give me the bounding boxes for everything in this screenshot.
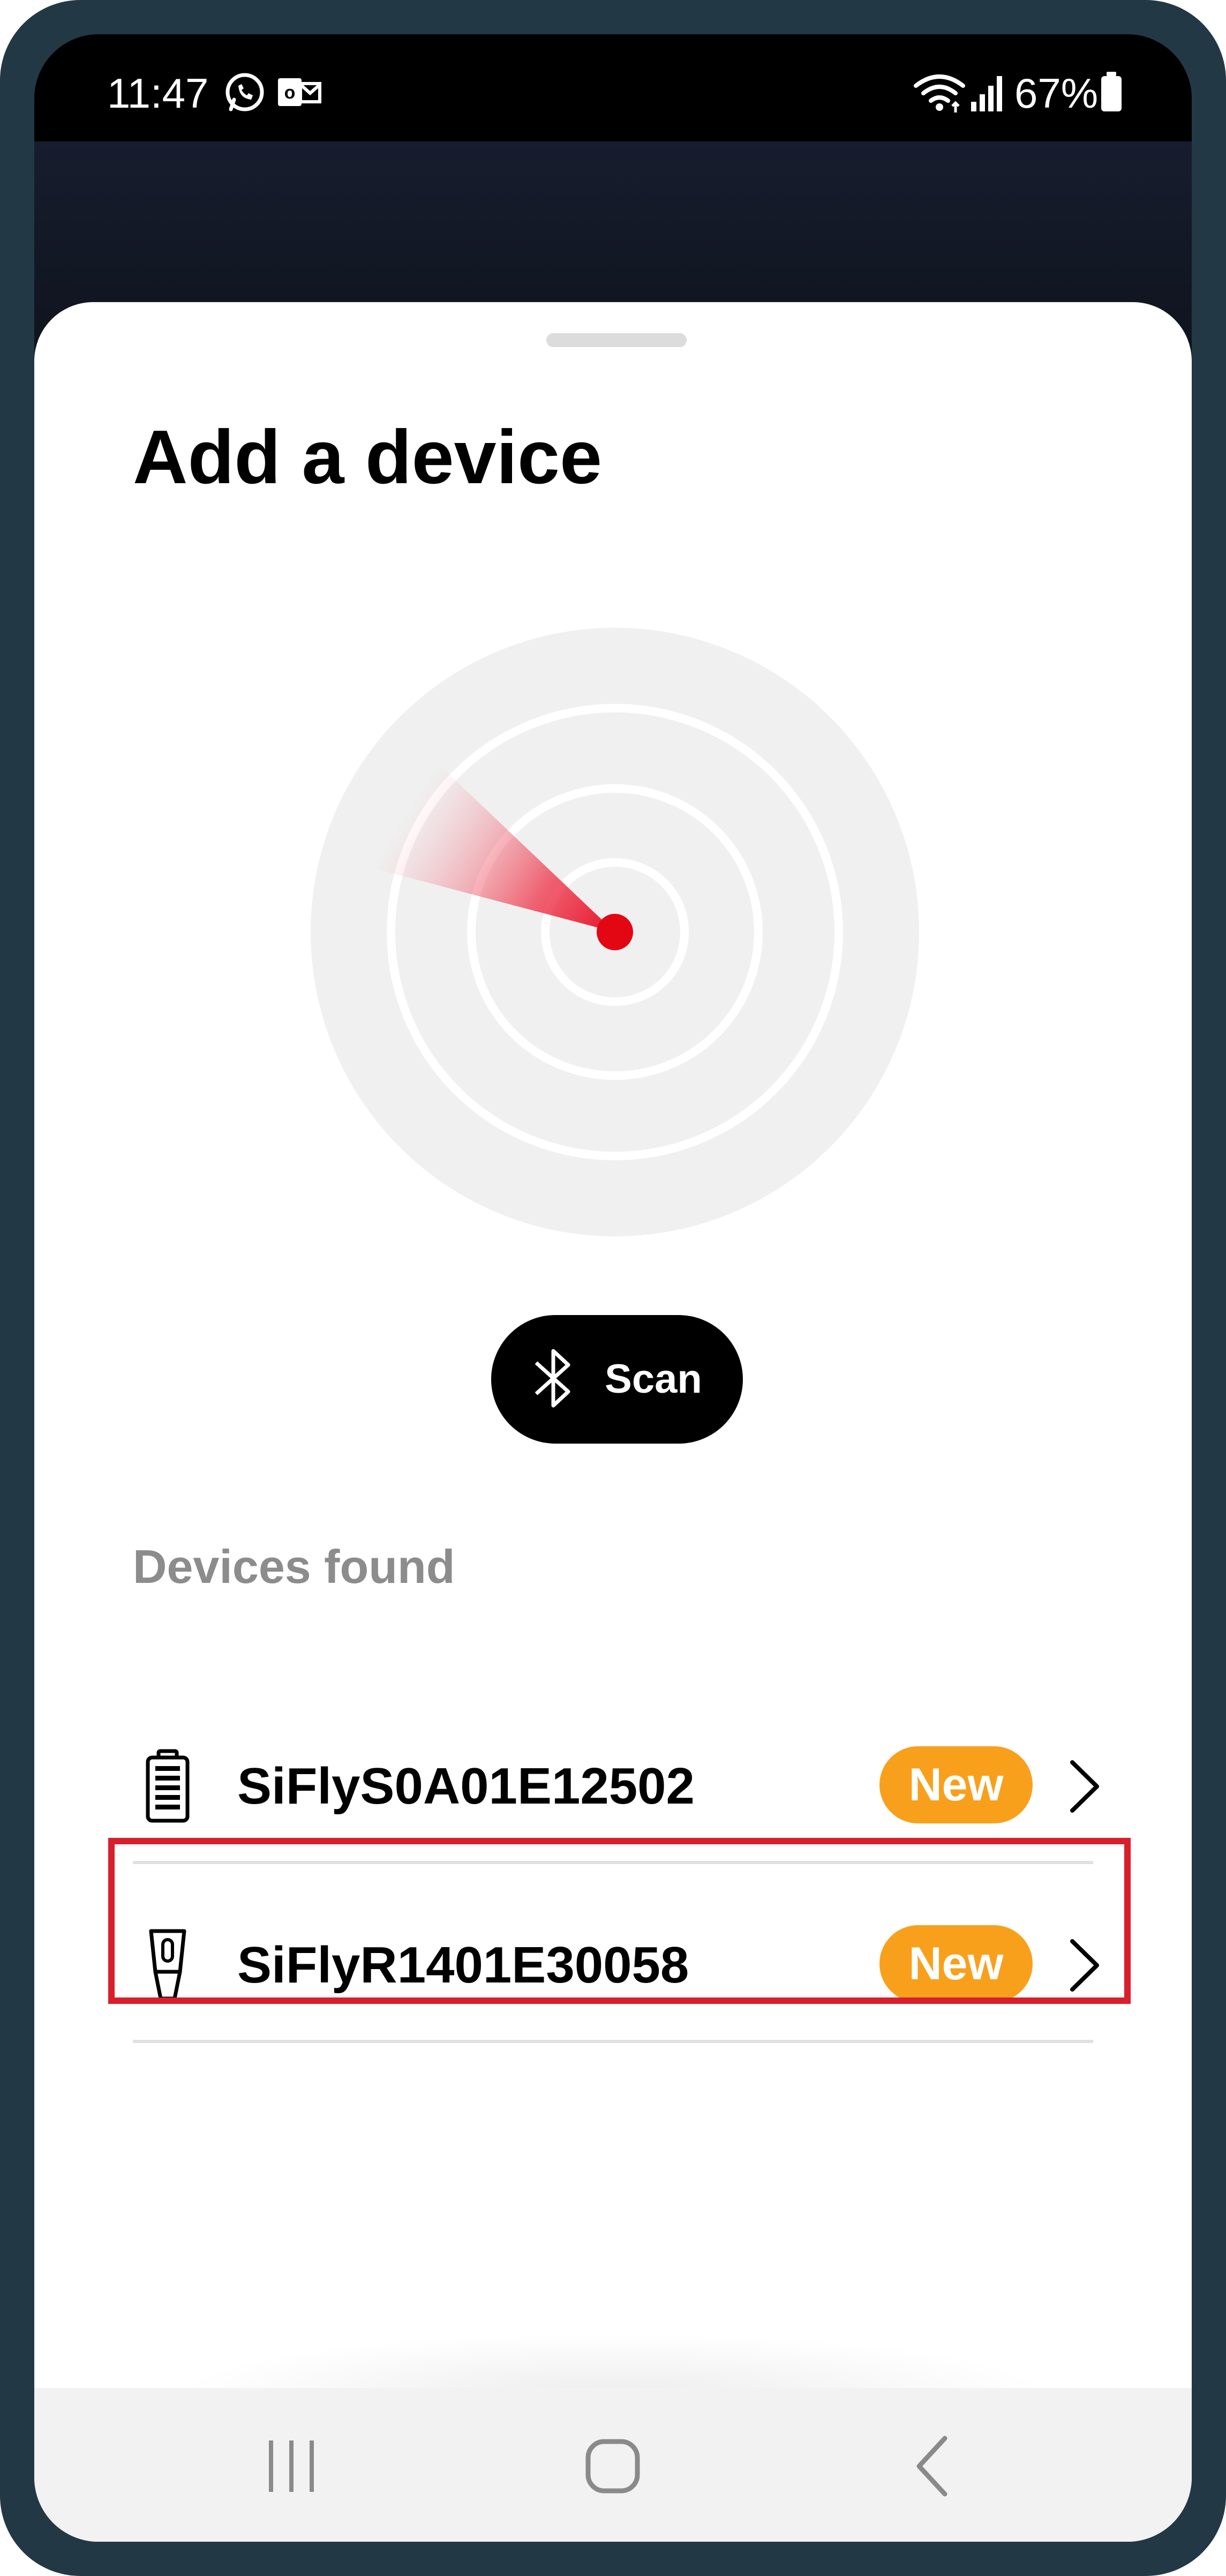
device-frame: 11:47 o 67% Add a device Scan Devices fo… xyxy=(0,0,1226,2576)
drag-handle[interactable] xyxy=(546,333,687,347)
radar-dot xyxy=(597,914,633,950)
chevron-right-icon xyxy=(1066,1936,1103,1997)
divider xyxy=(133,1861,1093,1864)
scan-button[interactable]: Scan xyxy=(491,1315,743,1444)
signal-icon xyxy=(969,71,1006,116)
navbar-shadow xyxy=(168,2332,1057,2397)
battery-device-icon xyxy=(144,1749,192,1827)
phone-screen: 11:47 o 67% Add a device Scan Devices fo… xyxy=(34,34,1192,2542)
home-button[interactable] xyxy=(570,2429,656,2504)
battery-percentage: 67% xyxy=(1014,70,1099,117)
page-title: Add a device xyxy=(133,415,602,500)
svg-text:o: o xyxy=(284,82,296,103)
device-name: SiFlyR1401E30058 xyxy=(237,1936,689,1994)
scan-label: Scan xyxy=(605,1356,702,1402)
radar-scan-animation xyxy=(311,628,919,1236)
add-device-sheet: Add a device Scan Devices found SiFlyS0A… xyxy=(34,302,1192,2542)
back-icon xyxy=(916,2436,947,2497)
battery-icon xyxy=(1098,71,1125,116)
whatsapp-icon xyxy=(223,71,266,116)
back-button[interactable] xyxy=(889,2429,975,2504)
chevron-right-icon xyxy=(1066,1757,1103,1819)
recent-apps-button[interactable] xyxy=(249,2429,334,2504)
status-bar: 11:47 o 67% xyxy=(34,34,1192,141)
wifi-icon xyxy=(913,71,966,116)
devices-found-label: Devices found xyxy=(133,1540,455,1593)
home-icon xyxy=(585,2439,640,2494)
recent-apps-icon xyxy=(269,2440,314,2492)
outlook-icon: o xyxy=(275,71,323,116)
status-time: 11:47 xyxy=(107,70,209,117)
new-badge: New xyxy=(879,1746,1033,1823)
divider xyxy=(133,2040,1093,2043)
bluetooth-icon xyxy=(532,1343,575,1416)
device-row[interactable]: SiFlyS0A01E12502 New xyxy=(133,1703,1099,1864)
device-row[interactable]: SiFlyR1401E30058 New xyxy=(133,1882,1099,2043)
remote-device-icon xyxy=(144,1928,192,2006)
device-name: SiFlyS0A01E12502 xyxy=(237,1758,695,1815)
new-badge: New xyxy=(879,1925,1033,2002)
